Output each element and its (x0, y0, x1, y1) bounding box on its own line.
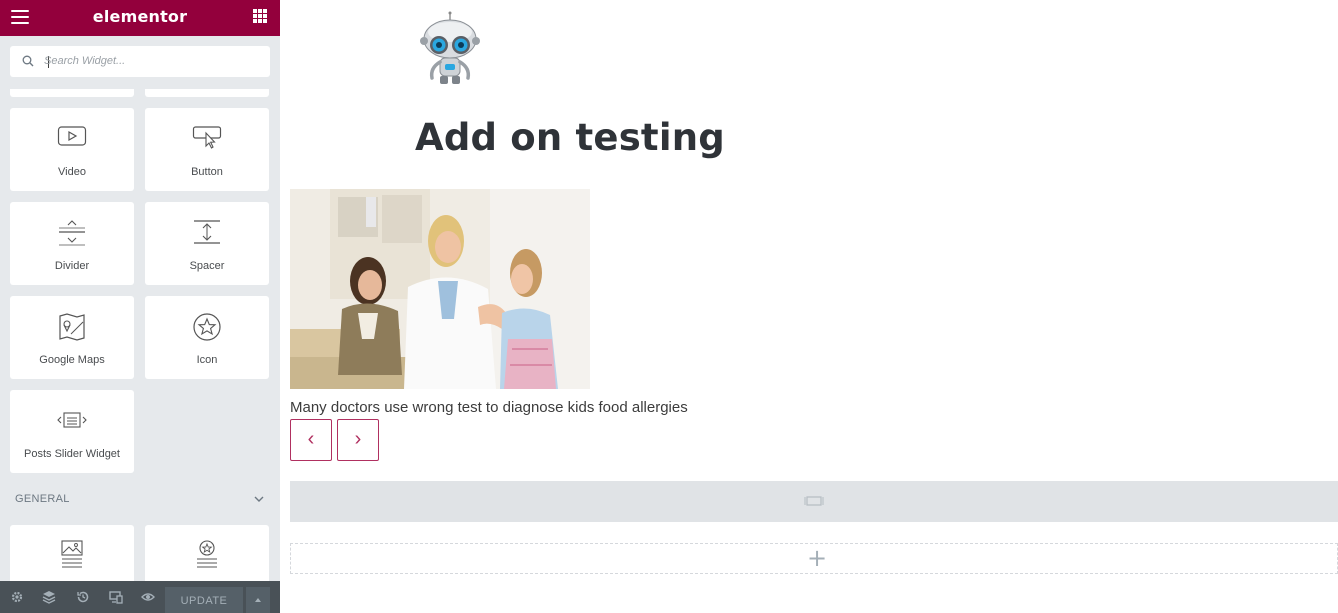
star-circle-icon (193, 313, 221, 341)
empty-section-placeholder[interactable] (290, 481, 1338, 522)
brand-logo: elementor (92, 7, 188, 26)
widget-label: Spacer (189, 260, 225, 272)
icon-box-icon (197, 540, 217, 568)
divider-icon (59, 220, 85, 246)
post-caption[interactable]: Many doctors use wrong test to diagnose … (290, 399, 688, 416)
widget-label: Video (58, 166, 86, 178)
doctor-child-photo (290, 189, 590, 389)
search-icon (22, 55, 34, 67)
save-options-button[interactable] (246, 587, 270, 613)
search-widget-input[interactable] (44, 52, 259, 70)
widget-posts-slider[interactable]: Posts Slider Widget (10, 390, 134, 473)
widget-label: Button (191, 166, 223, 178)
panel-header: elementor (0, 0, 280, 36)
widget-tile-partial (145, 89, 269, 97)
caret-up-icon (255, 598, 261, 602)
spacer-icon (194, 220, 220, 244)
google-maps-icon (59, 313, 85, 341)
settings-gear-icon[interactable] (10, 590, 24, 604)
chevron-down-icon[interactable] (254, 494, 264, 504)
page-heading: Add on testing (415, 116, 725, 159)
add-section-icon[interactable]: + (807, 544, 827, 572)
widget-divider[interactable]: Divider (10, 202, 134, 285)
widget-icon[interactable]: Icon (145, 296, 269, 379)
section-handle-icon (804, 496, 824, 506)
image-box-icon (61, 540, 83, 568)
widget-video[interactable]: Video (10, 108, 134, 191)
widget-button[interactable]: Button (145, 108, 269, 191)
button-icon (192, 126, 222, 149)
widget-icon-box[interactable] (145, 525, 269, 585)
responsive-mode-icon[interactable] (109, 590, 123, 604)
update-button[interactable]: UPDATE (165, 587, 243, 613)
search-box (10, 46, 270, 77)
widget-panel: elementor Video Button Divider Spacer Go… (0, 0, 280, 613)
widget-label: Posts Slider Widget (24, 448, 120, 460)
history-icon[interactable] (76, 590, 90, 604)
widget-label: Divider (54, 260, 90, 272)
widgets-grid-icon[interactable] (253, 9, 267, 23)
robot-logo-image (420, 11, 480, 84)
navigator-layers-icon[interactable] (42, 590, 56, 604)
widget-label: Google Maps (39, 354, 105, 366)
widget-tile-partial (10, 89, 134, 97)
add-section-zone[interactable]: + (290, 543, 1338, 574)
video-icon (57, 126, 87, 146)
posts-slider-icon (57, 412, 87, 428)
slider-next-button[interactable]: › (337, 419, 379, 461)
preview-eye-icon[interactable] (141, 590, 155, 604)
widget-spacer[interactable]: Spacer (145, 202, 269, 285)
slider-prev-button[interactable]: ‹ (290, 419, 332, 461)
widget-image-box[interactable] (10, 525, 134, 585)
category-title-general[interactable]: GENERAL (15, 493, 70, 505)
widget-google-maps[interactable]: Google Maps (10, 296, 134, 379)
widget-label: Icon (196, 354, 218, 366)
